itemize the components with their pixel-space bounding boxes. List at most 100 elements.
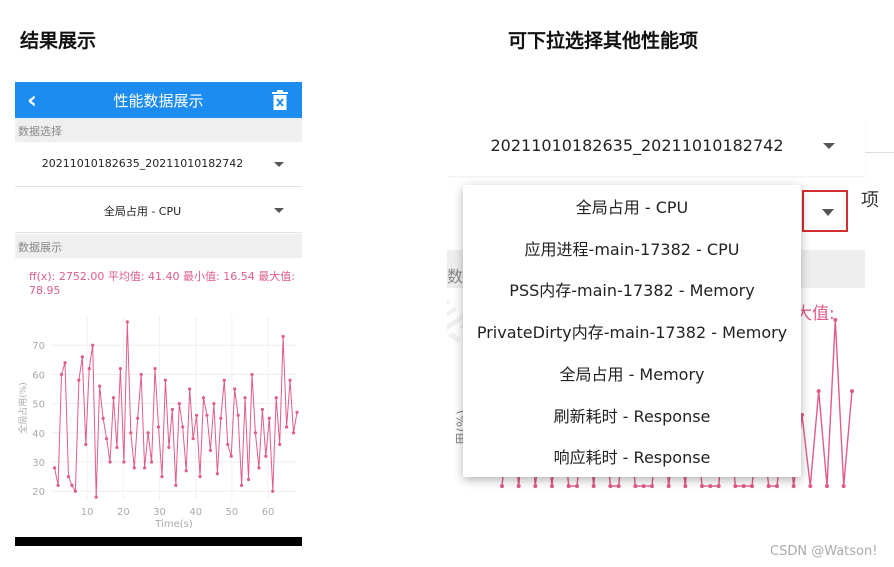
data-point xyxy=(156,425,161,429)
left-caption: 结果展示 xyxy=(20,30,97,52)
data-point xyxy=(188,387,192,391)
data-point xyxy=(125,320,129,324)
data-point xyxy=(170,407,174,412)
phone-bottom-bar xyxy=(15,537,302,546)
y-tick-label: 40 xyxy=(32,429,45,440)
dropdown-option[interactable]: 应用进程-main-17382 - CPU xyxy=(463,229,801,270)
data-point xyxy=(236,413,240,417)
data-point xyxy=(566,484,571,489)
dropdown-option[interactable]: PrivateDirty内存-main-17382 - Memory xyxy=(463,312,801,353)
delete-icon[interactable] xyxy=(272,90,288,110)
data-point xyxy=(274,396,278,400)
data-point xyxy=(243,396,247,400)
page-title: 性能数据展示 xyxy=(113,92,204,110)
data-point xyxy=(229,454,233,458)
data-point xyxy=(281,334,285,339)
data-point xyxy=(516,484,521,489)
data-point xyxy=(208,448,213,452)
data-point xyxy=(122,460,126,464)
data-point xyxy=(101,416,105,420)
section-label-select: 数据选择 xyxy=(15,118,302,142)
data-point xyxy=(143,466,147,470)
data-point xyxy=(733,484,738,489)
dropdown-option[interactable]: 刷新耗时 - Response xyxy=(463,396,801,437)
data-point xyxy=(136,416,140,420)
file-select-value: 20211010182635_20211010182742 xyxy=(41,157,244,170)
data-point xyxy=(184,469,188,473)
y-tick-label: 70 xyxy=(32,341,45,352)
data-point xyxy=(264,454,268,458)
data-point xyxy=(160,475,164,479)
data-point xyxy=(163,378,168,382)
data-point xyxy=(291,431,296,435)
data-point xyxy=(212,402,216,406)
data-point xyxy=(91,343,95,347)
data-point xyxy=(129,431,133,435)
metric-dropdown-menu: 全局占用 - CPU 应用进程-main-17382 - CPU PSS内存-mai… xyxy=(463,185,801,477)
data-point xyxy=(239,483,244,487)
data-point xyxy=(70,483,74,487)
data-point xyxy=(683,484,688,489)
data-point xyxy=(174,483,178,487)
data-point xyxy=(808,484,813,489)
dropdown-option[interactable]: 全局占用 - CPU xyxy=(463,187,801,228)
data-point xyxy=(288,378,292,382)
x-tick-label: 60 xyxy=(262,507,275,518)
data-point xyxy=(149,460,154,464)
data-point xyxy=(132,466,136,470)
y-tick-label: 20 xyxy=(32,487,45,498)
zoom-file-select[interactable]: 20211010182635_20211010182742 xyxy=(447,118,865,176)
dropdown-option[interactable]: 响应耗时 - Response xyxy=(463,437,801,478)
data-point xyxy=(108,460,112,464)
data-point xyxy=(222,378,226,382)
data-point xyxy=(146,431,150,435)
data-point xyxy=(104,437,109,441)
data-point xyxy=(153,366,157,371)
x-tick-label: 40 xyxy=(189,507,202,518)
y-tick-label: 30 xyxy=(32,458,45,469)
data-point xyxy=(257,466,261,470)
chevron-down-icon xyxy=(274,208,284,213)
data-point xyxy=(841,484,846,489)
x-tick-label: 30 xyxy=(153,507,166,518)
data-point xyxy=(708,484,713,489)
x-tick-label: 10 xyxy=(81,507,94,518)
data-point xyxy=(575,484,579,489)
data-point xyxy=(201,396,206,400)
data-point xyxy=(98,384,102,388)
dropdown-option[interactable]: PSS内存-main-17382 - Memory xyxy=(463,270,801,311)
data-point xyxy=(616,484,621,489)
data-point xyxy=(73,489,77,493)
chevron-down-icon xyxy=(823,143,835,149)
dropdown-option[interactable]: 全局占用 - Memory xyxy=(463,354,801,395)
data-point xyxy=(66,475,71,479)
x-tick-label: 50 xyxy=(226,507,239,518)
data-point xyxy=(181,425,185,429)
data-point xyxy=(700,484,704,489)
data-point xyxy=(84,442,88,447)
data-point xyxy=(850,389,854,394)
data-point xyxy=(608,484,613,489)
data-point xyxy=(77,378,81,382)
data-point xyxy=(219,416,223,420)
chevron-down-icon xyxy=(274,162,284,167)
data-point xyxy=(775,484,779,489)
file-select[interactable]: 20211010182635_20211010182742 xyxy=(15,142,302,187)
data-point xyxy=(56,483,60,487)
metric-select[interactable]: 全局占用 - CPU xyxy=(15,188,302,233)
x-axis-label: Time(s) xyxy=(154,519,193,530)
data-point xyxy=(250,372,254,377)
data-point xyxy=(295,410,299,414)
data-point xyxy=(591,484,596,489)
right-caption: 可下拉选择其他性能项 xyxy=(508,30,699,52)
csdn-watermark: CSDN @Watson! xyxy=(770,544,878,559)
data-point xyxy=(177,402,181,406)
y-axis-label: 全局占用(%) xyxy=(17,382,29,434)
chevron-down-icon[interactable] xyxy=(822,209,834,216)
data-point xyxy=(278,442,282,447)
data-point xyxy=(246,477,251,482)
stats-text: ff(x): 2752.00 平均值: 41.40 最小值: 16.54 最大值… xyxy=(29,270,295,297)
data-point xyxy=(167,445,171,450)
data-point xyxy=(139,372,143,377)
x-tick-label: 20 xyxy=(117,507,130,518)
